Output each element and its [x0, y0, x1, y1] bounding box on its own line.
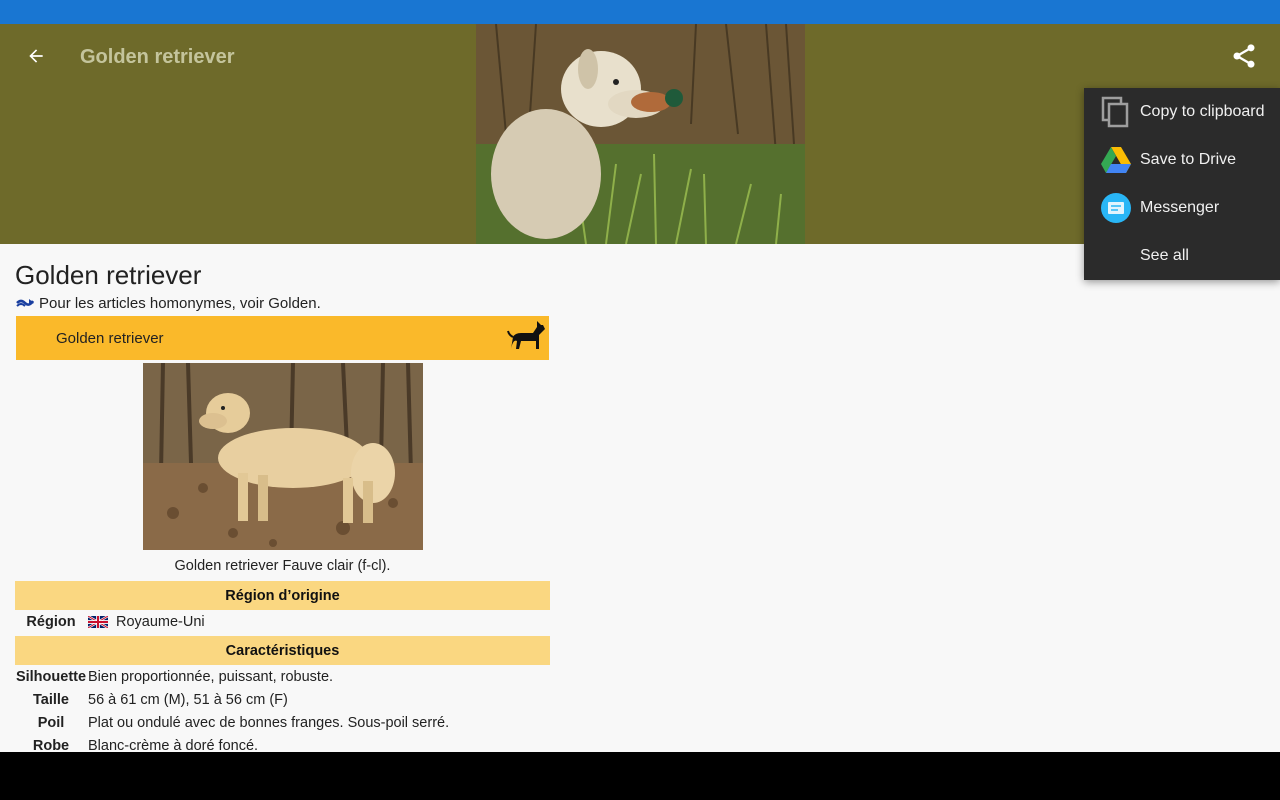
arrow-left-icon [29, 49, 43, 63]
menu-item-save-to-drive[interactable]: Save to Drive [1084, 136, 1280, 184]
hatnote-text: Pour les articles homonymes, voir Golden… [39, 295, 321, 312]
menu-label: Copy to clipboard [1140, 103, 1265, 120]
infobox: Golden retriever Golden retriever Fauve … [15, 316, 550, 752]
menu-label: See all [1140, 247, 1189, 264]
region-link-uk[interactable]: Royaume-Uni [116, 614, 205, 630]
row-value-taille: 56 à 61 cm (M), 51 à 56 cm (F) [88, 691, 288, 708]
row-label-silhouette: Silhouette [15, 668, 87, 685]
region-label: Région [26, 613, 76, 630]
row-label-taille: Taille [33, 691, 69, 708]
region-value: Royaume-Uni [87, 614, 205, 630]
article-title: Golden retriever [15, 260, 202, 290]
share-button[interactable] [1226, 38, 1262, 74]
infobox-row: Robe Blanc-crème à doré foncé. [15, 734, 550, 753]
row-label-robe: Robe [32, 737, 70, 753]
infobox-image[interactable] [142, 363, 423, 550]
disambiguation-icon [16, 298, 35, 307]
section-traits: Caractéristiques [15, 636, 550, 665]
row-value-silhouette: Bien proportionnée, puissant, robuste. [88, 668, 334, 685]
drive-icon [1100, 144, 1132, 176]
header-title: Golden retriever [80, 46, 235, 68]
share-menu: Copy to clipboard Save to Drive Messenge… [1084, 88, 1280, 280]
back-button[interactable] [18, 38, 54, 74]
hero-image [476, 24, 805, 244]
infobox-header: Golden retriever [16, 316, 549, 360]
share-icon [1233, 44, 1255, 68]
article-content: Golden retriever Pour les articles homon… [0, 244, 1280, 752]
copy-icon [1100, 96, 1132, 128]
row-label-poil: Poil [37, 714, 65, 731]
menu-item-see-all[interactable]: See all [1084, 232, 1280, 280]
infobox-row: Poil Plat ou ondulé avec de bonnes frang… [15, 711, 550, 734]
hatnote: Pour les articles homonymes, voir Golden… [15, 295, 321, 312]
hatnote-prefix: Pour les articles homonymes, voir [39, 295, 269, 312]
infobox-row: Taille 56 à 61 cm (M), 51 à 56 cm (F) [15, 688, 550, 711]
hatnote-suffix: . [316, 295, 321, 312]
hatnote-link-golden[interactable]: Golden [268, 295, 316, 312]
section-origin: Région d’origine [15, 581, 550, 610]
infobox-caption: Golden retriever Fauve clair (f-cl). [174, 558, 391, 574]
row-value-poil: Plat ou ondulé avec de bonnes franges. S… [88, 714, 450, 731]
row-value-robe: Blanc-crème à doré foncé. [88, 737, 259, 753]
uk-flag-icon [88, 615, 108, 628]
status-bar [0, 0, 1280, 24]
messenger-icon [1100, 192, 1132, 224]
infobox-row: Silhouette Bien proportionnée, puissant,… [15, 665, 550, 688]
dog-icon [507, 321, 545, 349]
infobox-title: Golden retriever [56, 329, 164, 347]
menu-item-copy-to-clipboard[interactable]: Copy to clipboard [1084, 88, 1280, 136]
navigation-bar [0, 752, 1280, 800]
menu-label: Messenger [1140, 199, 1220, 216]
infobox-row-region: Région Royaume-Uni [15, 610, 550, 633]
menu-item-messenger[interactable]: Messenger [1084, 184, 1280, 232]
menu-label: Save to Drive [1140, 151, 1237, 168]
